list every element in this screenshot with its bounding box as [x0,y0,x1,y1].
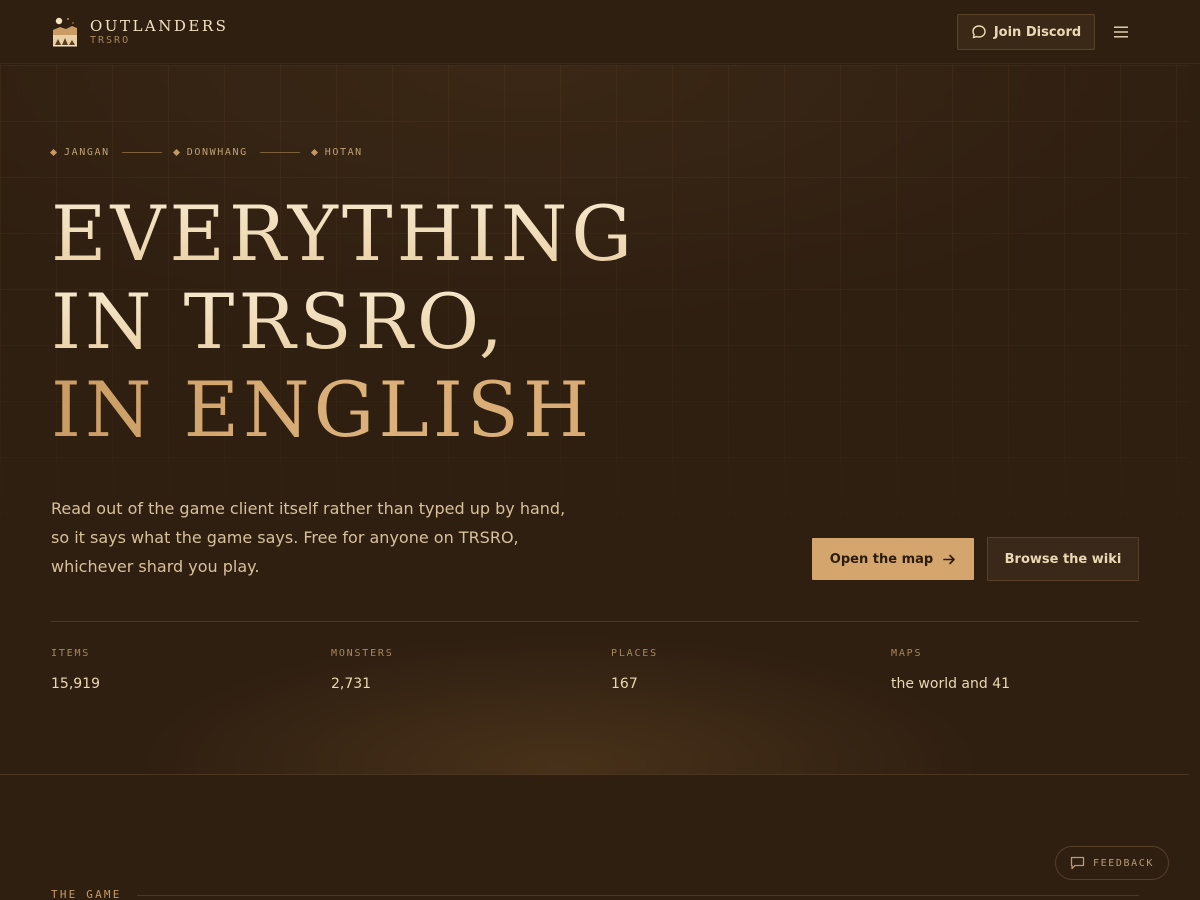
headline-line-3: IN ENGLISH [51,366,811,454]
hero-section: JANGAN DONWHANG HOTAN EVERYTHING IN TRSR… [0,65,1189,775]
route-stop: HOTAN [310,147,363,158]
stat-value: 2,731 [331,676,372,692]
open-map-label: Open the map [829,551,934,567]
route-stop-label: HOTAN [324,147,363,158]
arrow-right-icon [943,554,955,564]
route-connector [121,152,162,153]
stat-value: the world and 41 [891,676,1011,692]
route-connector [259,152,300,153]
brand-home-link[interactable]: OUTLANDERS TRSRO [51,16,228,47]
section-divider [137,895,1139,896]
diamond-icon [172,148,180,157]
stat-places: PLACES 167 [611,647,658,693]
stat-label: ITEMS [51,648,91,659]
headline-line-2: IN TRSRO, [51,278,811,366]
message-square-icon [1070,856,1085,870]
stat-monsters: MONSTERS 2,731 [331,647,394,693]
brand-name: OUTLANDERS [90,16,229,35]
feedback-label: FEEDBACK [1093,857,1154,869]
caravan-city-logo [53,17,77,47]
route-stop-label: JANGAN [64,147,110,158]
stat-items: ITEMS 15,919 [51,647,100,693]
chat-bubble-icon [972,25,986,39]
browse-wiki-label: Browse the wiki [1004,551,1122,567]
stat-label: PLACES [611,648,658,659]
diamond-icon [310,148,318,157]
route-stop: DONWHANG [172,147,248,158]
section-label-the-game: THE GAME [51,888,122,900]
route-breadcrumb: JANGAN DONWHANG HOTAN [49,147,363,158]
site-header: OUTLANDERS TRSRO Join Discord [0,0,1200,64]
stat-maps: MAPS the world and 41 [891,647,1010,693]
menu-button[interactable] [1111,22,1131,42]
feedback-button[interactable]: FEEDBACK [1055,846,1169,880]
join-discord-button[interactable]: Join Discord [957,14,1095,50]
route-stop-label: DONWHANG [186,147,248,158]
page: OUTLANDERS TRSRO Join Discord JANGAN DON… [0,0,1200,900]
join-discord-label: Join Discord [993,24,1082,40]
route-stop: JANGAN [49,147,110,158]
hamburger-menu-icon [1114,26,1128,38]
stat-value: 167 [611,676,638,692]
hero-headline: EVERYTHING IN TRSRO, IN ENGLISH [51,190,811,454]
diamond-icon [49,148,58,157]
stat-value: 15,919 [51,676,100,692]
brand-subtitle: TRSRO [90,34,131,46]
stat-label: MONSTERS [331,648,394,659]
headline-line-1: EVERYTHING [51,190,811,278]
browse-wiki-button[interactable]: Browse the wiki [987,537,1139,581]
stat-label: MAPS [891,648,923,659]
stats-divider [51,621,1139,622]
brand-text: OUTLANDERS TRSRO [90,17,228,47]
hero-description: Read out of the game client itself rathe… [51,499,566,576]
open-map-button[interactable]: Open the map [812,538,974,580]
